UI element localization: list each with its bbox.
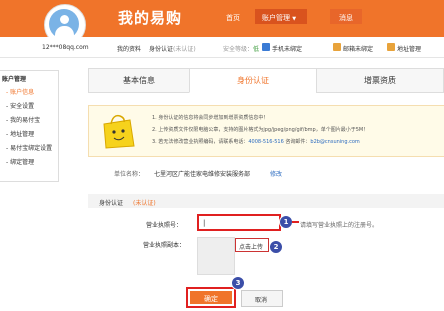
license-copy-label: 营业执照副本： bbox=[143, 242, 186, 249]
security-level: 安全等级：低 bbox=[223, 46, 260, 53]
my-profile-link[interactable]: 我的资料 bbox=[117, 44, 141, 53]
sidebar-item-yifubao-binding[interactable]: - 易付宝绑定设置 bbox=[6, 143, 52, 152]
tab-vat-qualification[interactable]: 增票资质 bbox=[316, 68, 444, 93]
id-verify-link[interactable]: 身份认证(未认证) bbox=[149, 44, 196, 53]
support-phone: 4008-516-516 bbox=[248, 139, 284, 145]
section-status: (未认证) bbox=[133, 200, 156, 207]
step-badge-1: 1 bbox=[279, 215, 293, 229]
address-icon bbox=[387, 43, 395, 51]
step-badge-2: 2 bbox=[269, 240, 283, 254]
address-link[interactable]: 地址管理 bbox=[397, 44, 421, 53]
cancel-button-label: 取消 bbox=[255, 297, 268, 304]
sidebar-title: 账户管理 bbox=[2, 76, 27, 83]
id-status: (未认证) bbox=[173, 46, 196, 53]
unit-name-label: 单位名称： bbox=[114, 171, 145, 178]
nav-messages[interactable]: 消息 bbox=[330, 9, 362, 24]
avatar-head-shape bbox=[60, 15, 69, 24]
license-number-input[interactable]: | bbox=[197, 214, 281, 231]
text-cursor: | bbox=[203, 219, 206, 227]
sidebar-item-yifubao[interactable]: - 我的易付宝 bbox=[6, 115, 40, 124]
confirm-button[interactable]: 确定 bbox=[190, 291, 232, 304]
sidebar-item-address[interactable]: - 地址管理 bbox=[6, 129, 34, 138]
section-title: 身份认证 bbox=[99, 200, 124, 207]
confirm-button-label: 确定 bbox=[204, 295, 218, 303]
sidebar-item-security[interactable]: - 安全设置 bbox=[6, 101, 34, 110]
nav-home[interactable]: 首页 bbox=[226, 13, 240, 23]
nav-account-label: 账户管理 ▼ bbox=[262, 14, 297, 22]
tab-basic-info[interactable]: 基本信息 bbox=[88, 68, 190, 93]
cancel-button[interactable]: 取消 bbox=[241, 290, 283, 307]
brand-title: 我的易购 bbox=[118, 9, 183, 27]
license-copy-preview bbox=[197, 237, 235, 275]
sidebar-item-binding-manage[interactable]: - 绑定管理 bbox=[6, 157, 34, 166]
upload-button-label: 点击上传 bbox=[239, 244, 264, 251]
shopping-bag-icon bbox=[103, 114, 135, 149]
phone-icon bbox=[262, 43, 270, 51]
notice-line-3: 3. 若无法修改营业执照编码，请联系电话：4008-516-516 咨询邮件：b… bbox=[152, 139, 360, 145]
license-hint: 请填写营业执照上的注册号。 bbox=[300, 222, 379, 229]
support-email: b2b@cnsuning.com bbox=[310, 139, 360, 145]
license-number-label: 营业执照号： bbox=[146, 222, 183, 229]
edit-unit-link[interactable]: 修改 bbox=[270, 169, 282, 178]
sidebar-item-account-info[interactable]: - 账户信息 bbox=[6, 87, 34, 96]
unit-name-value: 七里河区广能佳家电维修安装服务部 bbox=[154, 171, 251, 178]
mail-icon bbox=[333, 43, 341, 51]
upload-button[interactable]: 点击上传 bbox=[235, 238, 269, 252]
notice-line-2: 2. 上传资质文件仅限电脑公章，支持的图片格式为jpg/jpeg/png/gif… bbox=[152, 127, 369, 133]
nav-account-menu[interactable]: 账户管理 ▼ bbox=[255, 9, 307, 24]
arrow-1 bbox=[292, 221, 299, 223]
tab-id-verify[interactable]: 身份认证 bbox=[189, 68, 317, 93]
step-badge-3: 3 bbox=[231, 276, 245, 290]
email-bind-link[interactable]: 邮箱未绑定 bbox=[343, 44, 373, 53]
chevron-down-icon: ▼ bbox=[292, 16, 297, 22]
username: 12***08qq.com bbox=[42, 44, 89, 51]
phone-bind-link[interactable]: 手机未绑定 bbox=[272, 44, 302, 53]
nav-messages-label: 消息 bbox=[339, 14, 353, 22]
notice-line-1: 1. 身份认证的信息将会同步增加到增票资质信息中！ bbox=[152, 115, 269, 121]
